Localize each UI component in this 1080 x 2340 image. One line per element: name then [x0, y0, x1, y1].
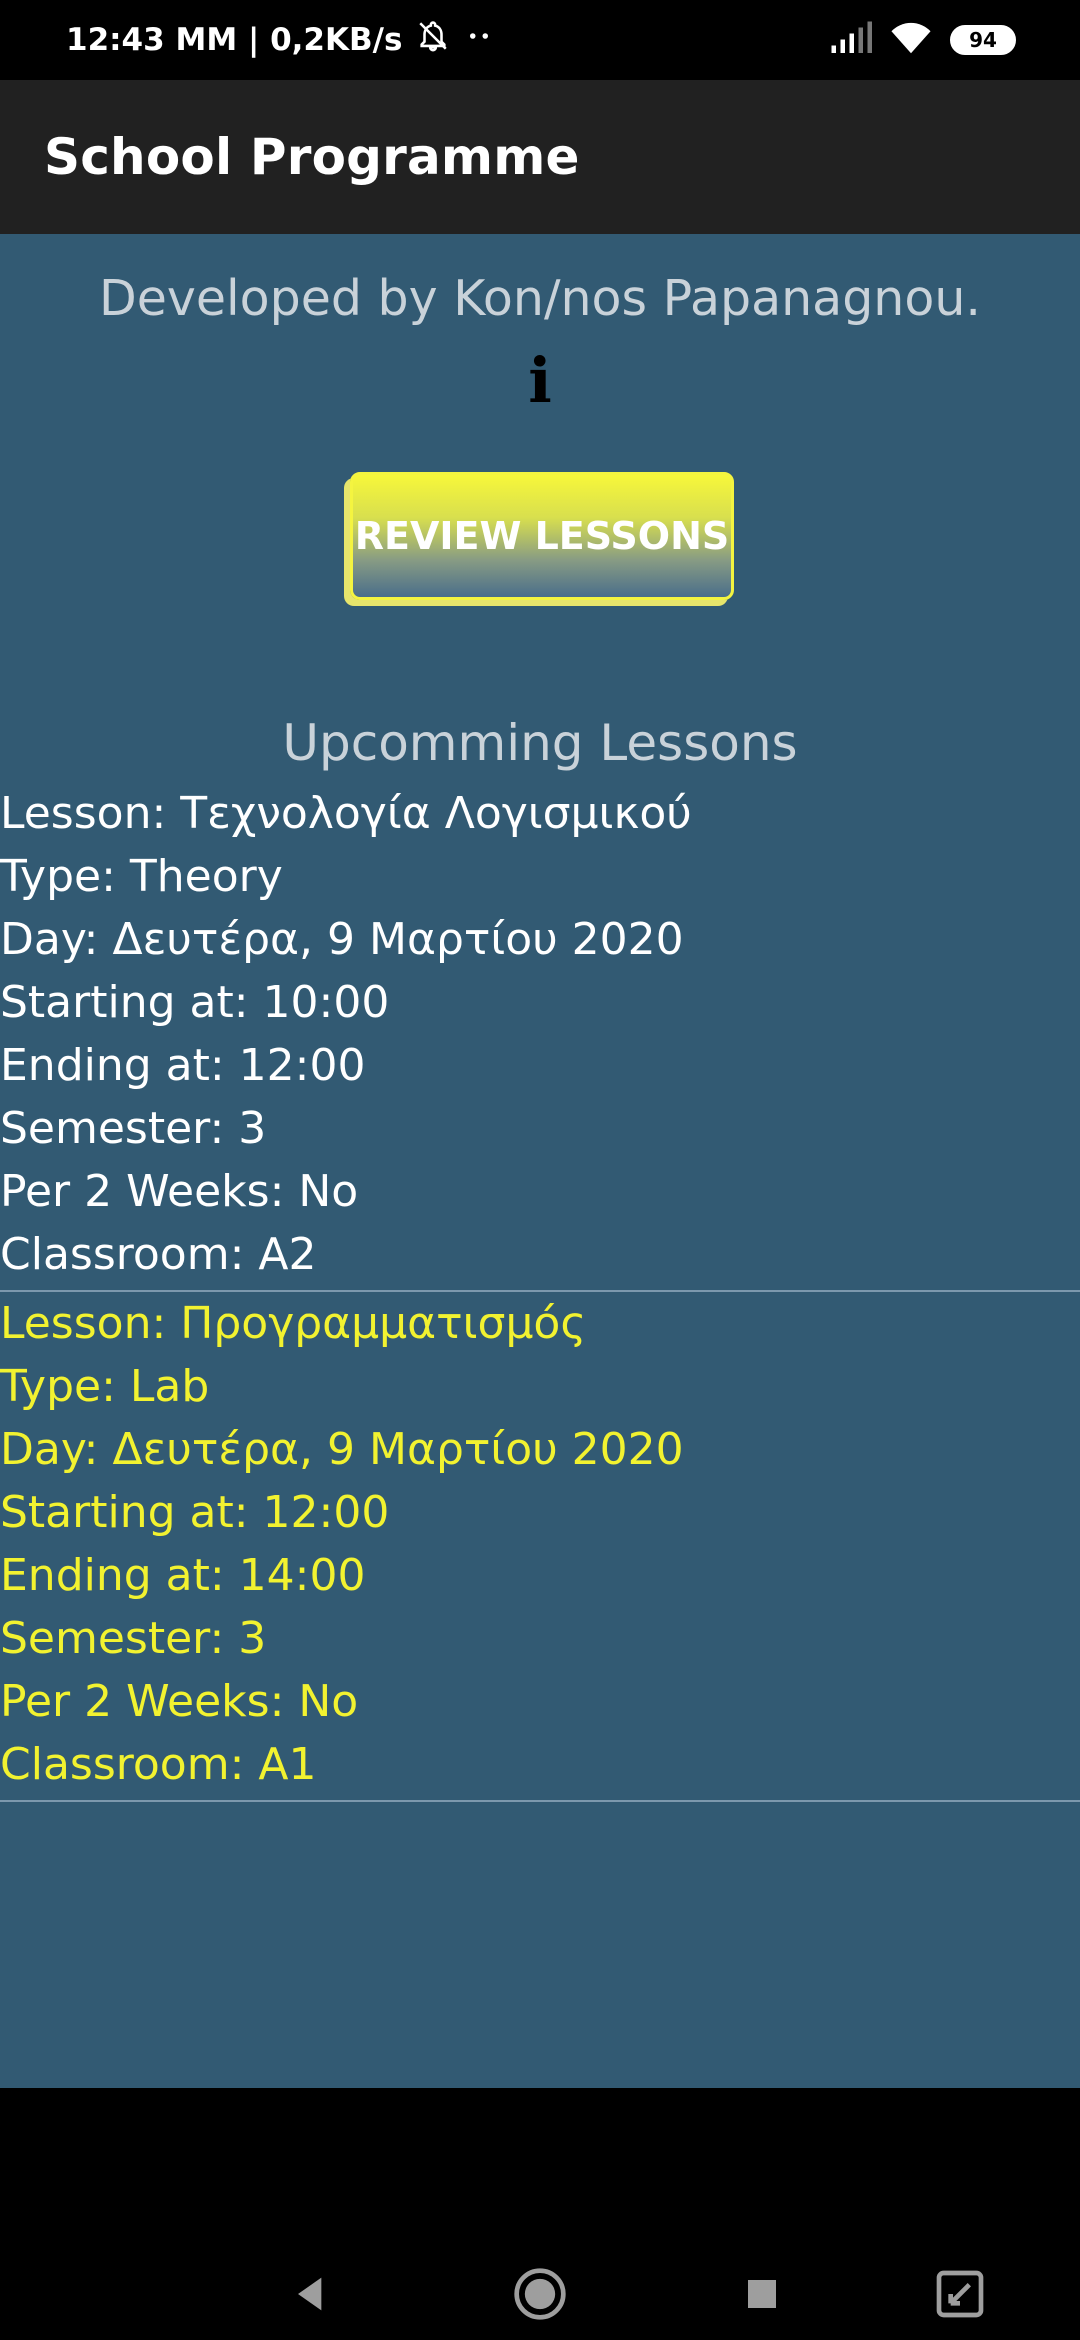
lesson-item[interactable]: Lesson: Τεχνολογία Λογισμικού Type: Theo… [0, 782, 1080, 1292]
lesson-type: Type: Lab [0, 1361, 210, 1412]
lesson-semester: Semester: 3 [0, 1103, 267, 1154]
app-title: School Programme [44, 128, 580, 186]
recents-icon[interactable] [734, 2266, 790, 2322]
lesson-name: Lesson: Τεχνολογία Λογισμικού [0, 788, 692, 839]
info-icon[interactable]: i [522, 348, 558, 414]
lessons-list[interactable]: Lesson: Τεχνολογία Λογισμικού Type: Theo… [0, 782, 1080, 1802]
navigation-bar [0, 2088, 1080, 2340]
battery-icon: 94 [950, 25, 1016, 55]
lesson-end: Ending at: 12:00 [0, 1040, 366, 1091]
lesson-per-2-weeks: Per 2 Weeks: No [0, 1676, 359, 1727]
lesson-start: Starting at: 12:00 [0, 1487, 390, 1538]
signal-icon [830, 21, 872, 59]
lesson-name: Lesson: Προγραμματισμός [0, 1298, 587, 1349]
lesson-day: Day: Δευτέρα, 9 Μαρτίου 2020 [0, 1424, 684, 1475]
back-icon[interactable] [284, 2266, 340, 2322]
more-dots-icon [464, 21, 494, 59]
review-lessons-button[interactable]: REVIEW LESSONS [350, 472, 734, 600]
home-icon[interactable] [512, 2266, 568, 2322]
app-bar: School Programme [0, 80, 1080, 234]
status-left: 12:43 ΜΜ | 0,2KB/s [66, 19, 494, 61]
section-title: Upcomming Lessons [282, 714, 798, 772]
lesson-classroom: Classroom: A1 [0, 1739, 317, 1790]
lesson-classroom: Classroom: A2 [0, 1229, 317, 1280]
lesson-end: Ending at: 14:00 [0, 1550, 366, 1601]
lesson-type: Type: Theory [0, 851, 283, 902]
wifi-icon [890, 21, 932, 59]
status-bar: 12:43 ΜΜ | 0,2KB/s 94 [0, 0, 1080, 80]
lesson-item[interactable]: Lesson: Προγραμματισμός Type: Lab Day: Δ… [0, 1292, 1080, 1802]
lesson-semester: Semester: 3 [0, 1613, 267, 1664]
notifications-off-icon [416, 19, 450, 61]
status-right: 94 [830, 21, 1016, 59]
screen-expand-icon[interactable] [932, 2266, 988, 2322]
status-time: 12:43 ΜΜ | 0,2KB/s [66, 22, 403, 58]
developer-credit: Developed by Kon/nos Papanagnou. [99, 270, 981, 327]
lesson-per-2-weeks: Per 2 Weeks: No [0, 1166, 359, 1217]
main-content[interactable]: Developed by Kon/nos Papanagnou. i REVIE… [0, 234, 1080, 2088]
lesson-day: Day: Δευτέρα, 9 Μαρτίου 2020 [0, 914, 684, 965]
lesson-start: Starting at: 10:00 [0, 977, 390, 1028]
